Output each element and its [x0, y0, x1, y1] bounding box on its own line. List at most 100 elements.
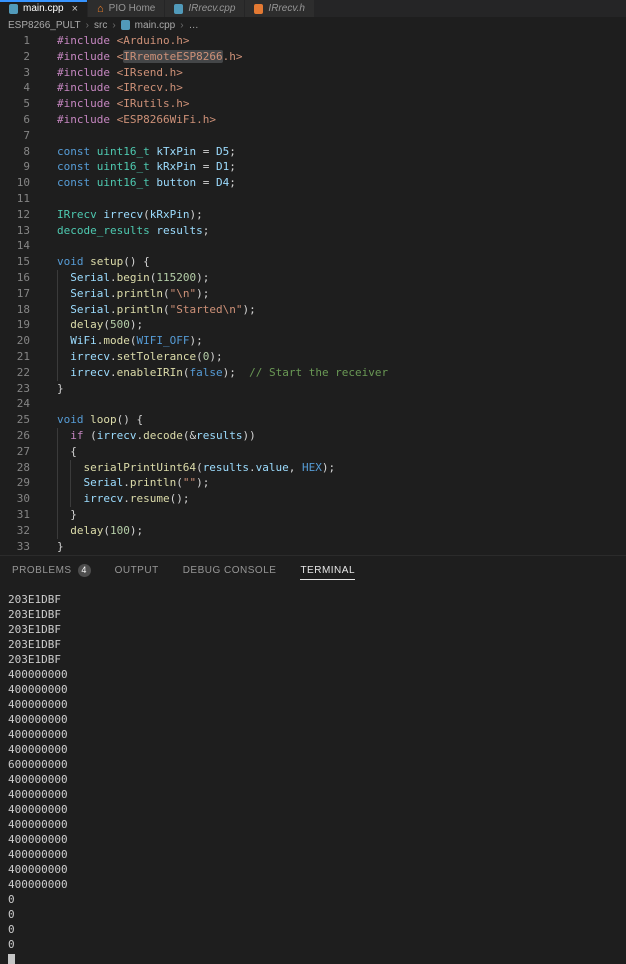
line-number[interactable]: 8 [0, 144, 30, 160]
breadcrumb-item-project[interactable]: ESP8266_PULT [8, 20, 81, 31]
line-number[interactable]: 25 [0, 412, 30, 428]
code-line[interactable]: 33} [0, 539, 626, 555]
breadcrumb-item-file[interactable]: main.cpp [135, 20, 176, 31]
code-line[interactable]: 11 [0, 191, 626, 207]
line-number[interactable]: 24 [0, 396, 30, 412]
line-number[interactable]: 23 [0, 381, 30, 397]
line-number[interactable]: 21 [0, 349, 30, 365]
breadcrumb-item-src[interactable]: src [94, 20, 107, 31]
code-text: delay(500); [57, 317, 143, 333]
code-text: const uint16_t button = D4; [57, 176, 236, 190]
code-line[interactable]: 18 Serial.println("Started\n"); [0, 302, 626, 318]
panel-tab-terminal[interactable]: TERMINAL [300, 556, 355, 584]
code-line[interactable]: 3 #include <IRsend.h> [0, 65, 626, 81]
line-number[interactable]: 26 [0, 428, 30, 444]
line-number[interactable]: 31 [0, 507, 30, 523]
line-number[interactable]: 29 [0, 475, 30, 491]
code-line[interactable]: 16 Serial.begin(115200); [0, 270, 626, 286]
code-line[interactable]: 6 #include <ESP8266WiFi.h> [0, 112, 626, 128]
code-line[interactable]: 5 #include <IRutils.h> [0, 96, 626, 112]
line-number[interactable]: 9 [0, 159, 30, 175]
code-line[interactable]: 15 void setup() { [0, 254, 626, 270]
line-number[interactable]: 33 [0, 539, 30, 555]
panel-tab-debug-console[interactable]: DEBUG CONSOLE [183, 556, 277, 584]
line-number[interactable]: 17 [0, 286, 30, 302]
line-number[interactable]: 13 [0, 223, 30, 239]
line-number[interactable]: 20 [0, 333, 30, 349]
code-line[interactable]: 30 irrecv.resume(); [0, 491, 626, 507]
code-text: Serial.println("Started\n"); [57, 302, 255, 318]
line-number[interactable]: 4 [0, 80, 30, 96]
tab-main-cpp[interactable]: main.cpp × [0, 0, 89, 17]
line-number[interactable]: 32 [0, 523, 30, 539]
line-number[interactable]: 22 [0, 365, 30, 381]
code-text: Serial.println("\n"); [57, 286, 209, 302]
problems-count-badge: 4 [77, 563, 91, 577]
code-line[interactable]: 19 delay(500); [0, 317, 626, 333]
close-icon[interactable]: × [72, 3, 78, 14]
code-line[interactable]: 29 Serial.println(""); [0, 475, 626, 491]
code-line[interactable]: 25 void loop() { [0, 412, 626, 428]
code-text: } [57, 507, 77, 523]
code-line[interactable]: 13 decode_results results; [0, 223, 626, 239]
line-number[interactable]: 3 [0, 65, 30, 81]
code-text: #include <IRsend.h> [57, 65, 183, 79]
line-number[interactable]: 5 [0, 96, 30, 112]
code-line[interactable]: 7 [0, 128, 626, 144]
line-number[interactable]: 7 [0, 128, 30, 144]
code-line[interactable]: 17 Serial.println("\n"); [0, 286, 626, 302]
terminal-line: 400000000 [8, 818, 68, 831]
code-line[interactable]: 12 IRrecv irrecv(kRxPin); [0, 207, 626, 223]
code-line[interactable]: 4 #include <IRrecv.h> [0, 80, 626, 96]
code-line[interactable]: 22 irrecv.enableIRIn(false); // Start th… [0, 365, 626, 381]
tab-label: PIO Home [108, 3, 156, 14]
line-number[interactable]: 15 [0, 254, 30, 270]
code-line[interactable]: 8 const uint16_t kTxPin = D5; [0, 144, 626, 160]
tab-irrecv-cpp[interactable]: IRrecv.cpp [165, 0, 246, 17]
code-line[interactable]: 10 const uint16_t button = D4; [0, 175, 626, 191]
tab-pio-home[interactable]: ⌂ PIO Home [88, 0, 166, 17]
code-editor[interactable]: 1 #include <Arduino.h> 2 #include <IRremote… [0, 33, 626, 555]
line-number[interactable]: 27 [0, 444, 30, 460]
indent-guide [57, 523, 70, 539]
terminal[interactable]: 203E1DBF 203E1DBF 203E1DBF 203E1DBF 203E1DBF… [0, 584, 626, 964]
code-line[interactable]: 9 const uint16_t kRxPin = D1; [0, 159, 626, 175]
indent-guide [57, 317, 70, 333]
breadcrumb-item-symbol[interactable]: … [189, 20, 199, 31]
line-number[interactable]: 16 [0, 270, 30, 286]
code-line[interactable]: 32 delay(100); [0, 523, 626, 539]
line-number[interactable]: 10 [0, 175, 30, 191]
indent-guide [57, 365, 70, 381]
code-line[interactable]: 20 WiFi.mode(WIFI_OFF); [0, 333, 626, 349]
line-number[interactable]: 18 [0, 302, 30, 318]
line-number[interactable]: 14 [0, 238, 30, 254]
line-number[interactable]: 1 [0, 33, 30, 49]
line-number[interactable]: 30 [0, 491, 30, 507]
line-number[interactable]: 19 [0, 317, 30, 333]
code-line[interactable]: 2 #include <IRremoteESP8266.h> [0, 49, 626, 65]
code-line[interactable]: 21 irrecv.setTolerance(0); [0, 349, 626, 365]
code-line[interactable]: 23} [0, 381, 626, 397]
indent-guide [57, 270, 70, 286]
code-line[interactable]: 14 [0, 238, 626, 254]
terminal-line: 400000000 [8, 668, 68, 681]
code-text: irrecv.setTolerance(0); [57, 349, 222, 365]
panel-tab-problems[interactable]: PROBLEMS 4 [12, 556, 91, 584]
line-number[interactable]: 12 [0, 207, 30, 223]
code-line[interactable]: 24 [0, 396, 626, 412]
line-number[interactable]: 6 [0, 112, 30, 128]
code-line[interactable]: 28 serialPrintUint64(results.value, HEX)… [0, 460, 626, 476]
indent-guide [57, 286, 70, 302]
panel-tab-output[interactable]: OUTPUT [115, 556, 159, 584]
line-number[interactable]: 11 [0, 191, 30, 207]
code-line[interactable]: 27 { [0, 444, 626, 460]
code-line[interactable]: 31 } [0, 507, 626, 523]
line-number[interactable]: 2 [0, 49, 30, 65]
code-line[interactable]: 26 if (irrecv.decode(&results)) [0, 428, 626, 444]
code-text: Serial.println(""); [57, 475, 209, 491]
code-line[interactable]: 1 #include <Arduino.h> [0, 33, 626, 49]
line-number[interactable]: 28 [0, 460, 30, 476]
code-text: const uint16_t kRxPin = D1; [57, 160, 236, 174]
code-text: void setup() { [57, 255, 150, 269]
tab-irrecv-h[interactable]: IRrecv.h [245, 0, 315, 17]
